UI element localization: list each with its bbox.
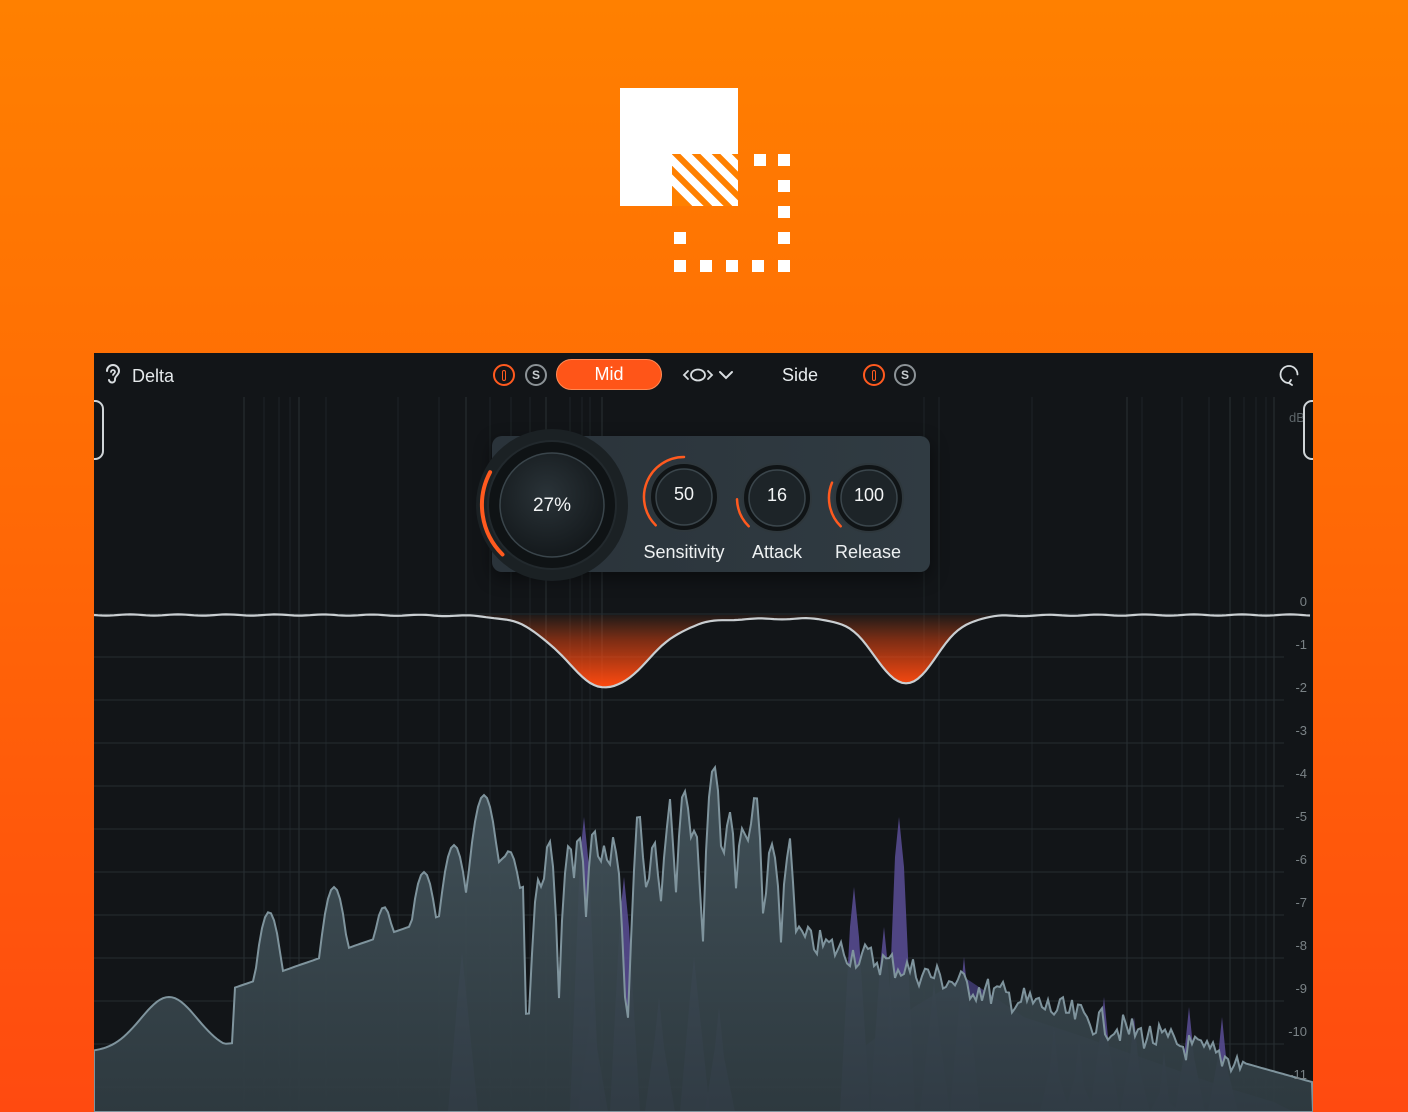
- db-tick-0: 0: [1299, 594, 1307, 609]
- ear-icon[interactable]: [103, 362, 123, 386]
- db-tick-7: -7: [1295, 895, 1307, 910]
- top-bar: Delta S Mid Side S: [94, 353, 1313, 397]
- db-tick-1: -1: [1295, 637, 1307, 652]
- attack-value: 16: [766, 485, 788, 505]
- side-power-button[interactable]: [863, 364, 885, 386]
- mid-spectrum: [94, 764, 1313, 1112]
- amount-value: 27%: [532, 495, 572, 516]
- db-tick-8: -8: [1295, 938, 1307, 953]
- release-label: Release: [834, 542, 902, 562]
- overlapping-squares-logo-icon: [620, 88, 790, 272]
- db-tick-11: -11: [1289, 1067, 1307, 1082]
- mid-power-button[interactable]: [493, 364, 515, 386]
- reset-icon[interactable]: [1278, 363, 1300, 387]
- db-tick-9: -9: [1295, 981, 1307, 996]
- mid-button[interactable]: Mid: [556, 359, 662, 390]
- stereo-link-chevron-icon[interactable]: [682, 365, 736, 385]
- release-value: 100: [853, 485, 885, 505]
- mid-solo-button[interactable]: S: [525, 364, 547, 386]
- gain-reduction-fill: [94, 614, 1313, 688]
- db-tick-3: -3: [1295, 723, 1307, 738]
- plugin-window: 0 -1 -2 -3 -4 -5 -6 -7 -8 -9 -10 -11 dB …: [94, 353, 1313, 1112]
- side-solo-button[interactable]: S: [894, 364, 916, 386]
- db-tick-10: -10: [1288, 1024, 1307, 1039]
- right-band-handle[interactable]: [1303, 400, 1313, 460]
- left-band-handle[interactable]: [94, 400, 104, 460]
- delta-label[interactable]: Delta: [132, 366, 174, 387]
- db-tick-2: -2: [1295, 680, 1307, 695]
- power-icon: [872, 369, 876, 381]
- attack-label: Attack: [751, 542, 803, 562]
- db-tick-5: -5: [1295, 809, 1307, 824]
- power-icon: [502, 369, 506, 381]
- gain-reduction-curve: [94, 613, 1311, 689]
- db-tick-4: -4: [1295, 766, 1307, 781]
- sensitivity-value: 50: [673, 484, 695, 504]
- db-tick-6: -6: [1295, 852, 1307, 867]
- side-button[interactable]: Side: [782, 365, 818, 386]
- sensitivity-label: Sensitivity: [643, 542, 725, 562]
